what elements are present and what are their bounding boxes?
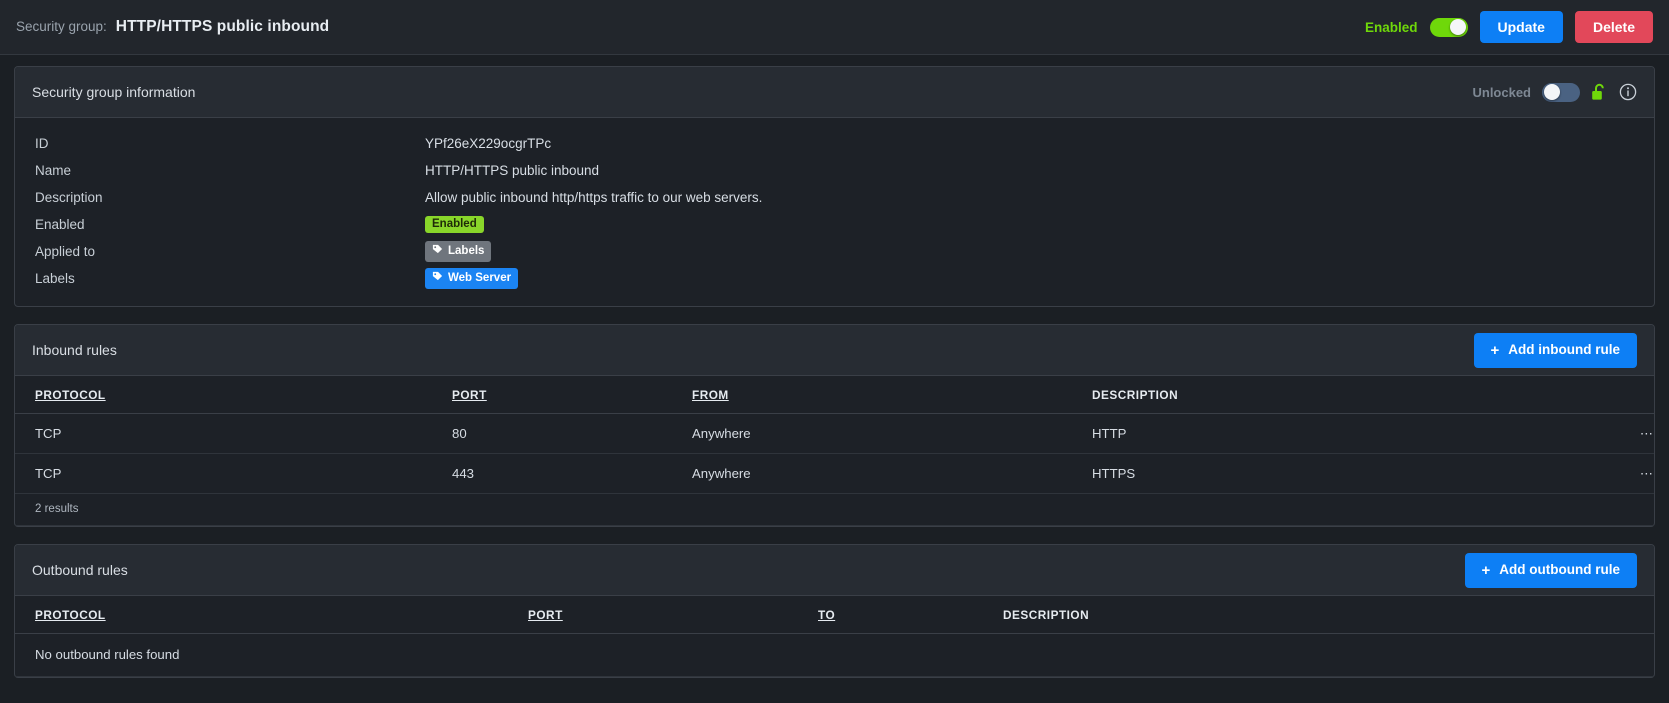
inbound-results-count: 2 results [15, 494, 1654, 526]
cell-port: 443 [452, 453, 692, 494]
info-key: Description [35, 190, 103, 205]
info-key: Enabled [35, 217, 85, 232]
label-badge-label: Web Server [448, 271, 512, 284]
info-row-enabled: Enabled Enabled [15, 211, 1654, 238]
info-row-name: Name HTTP/HTTPS public inbound [15, 157, 1654, 184]
add-outbound-rule-button[interactable]: + Add outbound rule [1464, 552, 1637, 588]
info-value: Allow public inbound http/https traffic … [425, 190, 763, 205]
row-menu-button[interactable]: ⋯ [1584, 413, 1654, 454]
lock-toggle[interactable] [1542, 82, 1580, 102]
column-header-description: DESCRIPTION [1092, 376, 1584, 414]
cell-port: 80 [452, 413, 692, 454]
add-inbound-rule-label: Add inbound rule [1508, 342, 1620, 358]
column-header-from[interactable]: FROM [692, 376, 1092, 414]
page-body: Security group information Unlocked ID Y… [0, 55, 1669, 678]
plus-icon: + [1481, 561, 1491, 579]
outbound-table-header-row: PROTOCOL PORT TO DESCRIPTION [15, 596, 1654, 634]
inbound-table-header-row: PROTOCOL PORT FROM DESCRIPTION [15, 376, 1654, 414]
tag-icon [432, 244, 443, 259]
tag-icon [432, 271, 443, 286]
column-header-actions [1584, 376, 1654, 414]
outbound-rules-card: Outbound rules + Add outbound rule PROTO… [14, 544, 1655, 678]
column-header-protocol[interactable]: PROTOCOL [15, 376, 452, 414]
plus-icon: + [1490, 341, 1500, 359]
info-card-header-actions: Unlocked [1472, 82, 1637, 102]
delete-button[interactable]: Delete [1574, 11, 1653, 43]
lock-toggle-knob [1543, 84, 1560, 100]
add-outbound-rule-label: Add outbound rule [1499, 562, 1620, 578]
info-card-title: Security group information [32, 84, 196, 100]
lock-toggle-label: Unlocked [1472, 84, 1531, 100]
info-key: ID [35, 136, 49, 151]
info-key: Applied to [35, 244, 96, 259]
info-card-header: Security group information Unlocked [15, 67, 1654, 118]
update-button[interactable]: Update [1479, 11, 1563, 43]
outbound-rules-table: PROTOCOL PORT TO DESCRIPTION [15, 596, 1654, 634]
inbound-header-actions: + Add inbound rule [1473, 332, 1637, 368]
column-header-to[interactable]: TO [818, 596, 1003, 634]
inbound-rules-table: PROTOCOL PORT FROM DESCRIPTION TCP 80 An… [15, 376, 1654, 494]
inbound-card-header: Inbound rules + Add inbound rule [15, 325, 1654, 376]
row-menu-button[interactable]: ⋯ [1584, 453, 1654, 494]
info-key: Labels [35, 271, 75, 286]
column-header-protocol[interactable]: PROTOCOL [15, 596, 528, 634]
column-header-port[interactable]: PORT [528, 596, 818, 634]
info-row-applied-to: Applied to Labels [15, 238, 1654, 265]
cell-protocol: TCP [15, 413, 452, 454]
add-inbound-rule-button[interactable]: + Add inbound rule [1473, 332, 1637, 368]
info-row-description: Description Allow public inbound http/ht… [15, 184, 1654, 211]
page-title: HTTP/HTTPS public inbound [115, 18, 330, 35]
outbound-card-header: Outbound rules + Add outbound rule [15, 545, 1654, 596]
info-row-id: ID YPf26eX229ocgrTPc [15, 130, 1654, 157]
header-actions: Enabled Update Delete [1365, 11, 1653, 43]
enabled-toggle-knob [1450, 19, 1467, 35]
status-badge-label: Enabled [432, 217, 477, 230]
breadcrumb: Security group: HTTP/HTTPS public inboun… [16, 18, 329, 36]
info-circle-icon[interactable] [1619, 83, 1637, 101]
cell-from: Anywhere [692, 413, 1092, 454]
security-group-information-card: Security group information Unlocked ID Y… [14, 66, 1655, 307]
label-badge[interactable]: Web Server [425, 268, 519, 289]
security-group-prefix-label: Security group: [16, 19, 107, 34]
enabled-toggle[interactable] [1429, 17, 1468, 37]
page-header: Security group: HTTP/HTTPS public inboun… [0, 0, 1669, 55]
outbound-card-title: Outbound rules [32, 562, 128, 578]
status-badge: Enabled [425, 215, 484, 234]
applied-to-badge-label: Labels [448, 244, 485, 257]
cell-protocol: TCP [15, 453, 452, 494]
info-rows: ID YPf26eX229ocgrTPc Name HTTP/HTTPS pub… [15, 118, 1654, 306]
outbound-header-actions: + Add outbound rule [1464, 552, 1637, 588]
info-value: HTTP/HTTPS public inbound [425, 163, 600, 178]
unlocked-padlock-icon[interactable] [1591, 83, 1608, 101]
table-row[interactable]: TCP 443 Anywhere HTTPS ⋯ [15, 453, 1654, 494]
cell-from: Anywhere [692, 453, 1092, 494]
info-key: Name [35, 163, 72, 178]
column-header-description: DESCRIPTION [1003, 596, 1654, 634]
inbound-card-title: Inbound rules [32, 342, 117, 358]
enabled-toggle-label: Enabled [1365, 19, 1418, 35]
applied-to-badge[interactable]: Labels [425, 241, 492, 262]
column-header-port[interactable]: PORT [452, 376, 692, 414]
info-row-labels: Labels Web Server [15, 265, 1654, 292]
table-row[interactable]: TCP 80 Anywhere HTTP ⋯ [15, 413, 1654, 454]
cell-description: HTTP [1092, 413, 1584, 454]
inbound-rules-card: Inbound rules + Add inbound rule PROTOCO… [14, 324, 1655, 527]
cell-description: HTTPS [1092, 453, 1584, 494]
outbound-empty-state: No outbound rules found [15, 634, 1654, 677]
info-value: YPf26eX229ocgrTPc [425, 136, 552, 151]
